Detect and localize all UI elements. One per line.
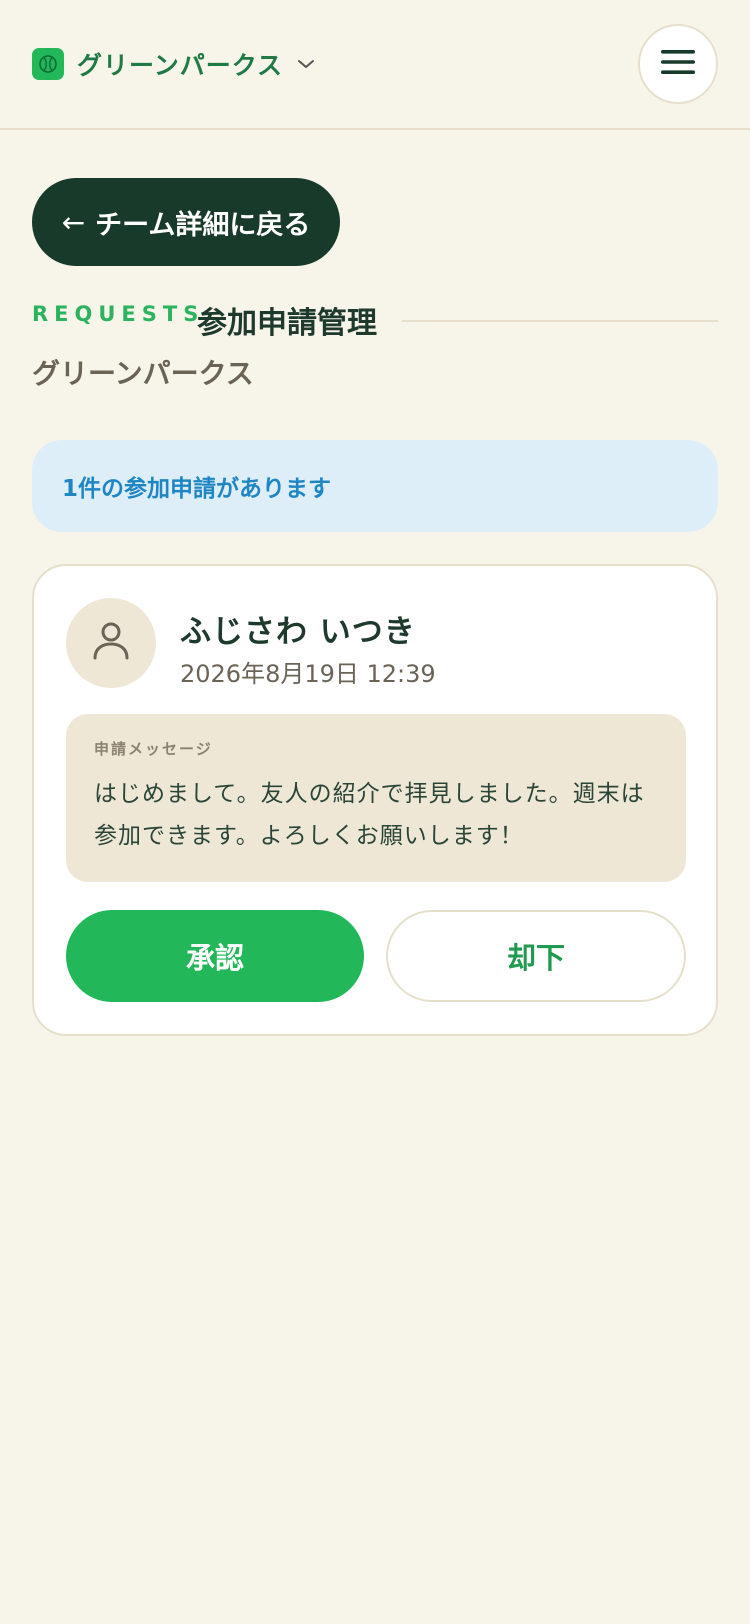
chevron-down-icon: [297, 58, 315, 70]
section-eyebrow: REQUESTS: [32, 302, 205, 326]
message-label: 申請メッセージ: [94, 740, 213, 758]
team-switcher[interactable]: グリーンパークス: [32, 47, 315, 81]
request-count-banner: 1件の参加申請があります: [32, 440, 718, 532]
message-text: はじめまして。友人の紹介で拝見しました。週末は参加できます。よろしくお願いします…: [94, 781, 645, 849]
reject-button[interactable]: 却下: [386, 910, 686, 1002]
divider: [402, 320, 718, 322]
page-title: 参加申請管理: [197, 306, 377, 341]
menu-button[interactable]: [638, 24, 718, 104]
request-card: ふじさわ いつき 2026年8月19日 12:39 申請メッセージ はじめまして…: [32, 564, 718, 1036]
team-subtitle: グリーンパークス: [32, 357, 254, 390]
team-name: グリーンパークス: [77, 51, 284, 80]
tennis-ball-icon: [32, 48, 64, 80]
hamburger-menu-icon: [661, 49, 695, 79]
applied-timestamp: 2026年8月19日 12:39: [180, 660, 436, 688]
request-message-box: 申請メッセージ はじめまして。友人の紹介で拝見しました。週末は参加できます。よろ…: [66, 714, 686, 882]
back-to-team-button[interactable]: ← チーム詳細に戻る: [32, 178, 340, 266]
approve-button[interactable]: 承認: [66, 910, 364, 1002]
avatar: [66, 598, 156, 688]
applicant-name: ふじさわ いつき: [180, 614, 416, 650]
back-button-label: チーム詳細に戻る: [95, 209, 311, 241]
app-header: グリーンパークス: [0, 0, 750, 130]
user-icon: [91, 620, 131, 666]
arrow-left-icon: ←: [61, 205, 86, 239]
